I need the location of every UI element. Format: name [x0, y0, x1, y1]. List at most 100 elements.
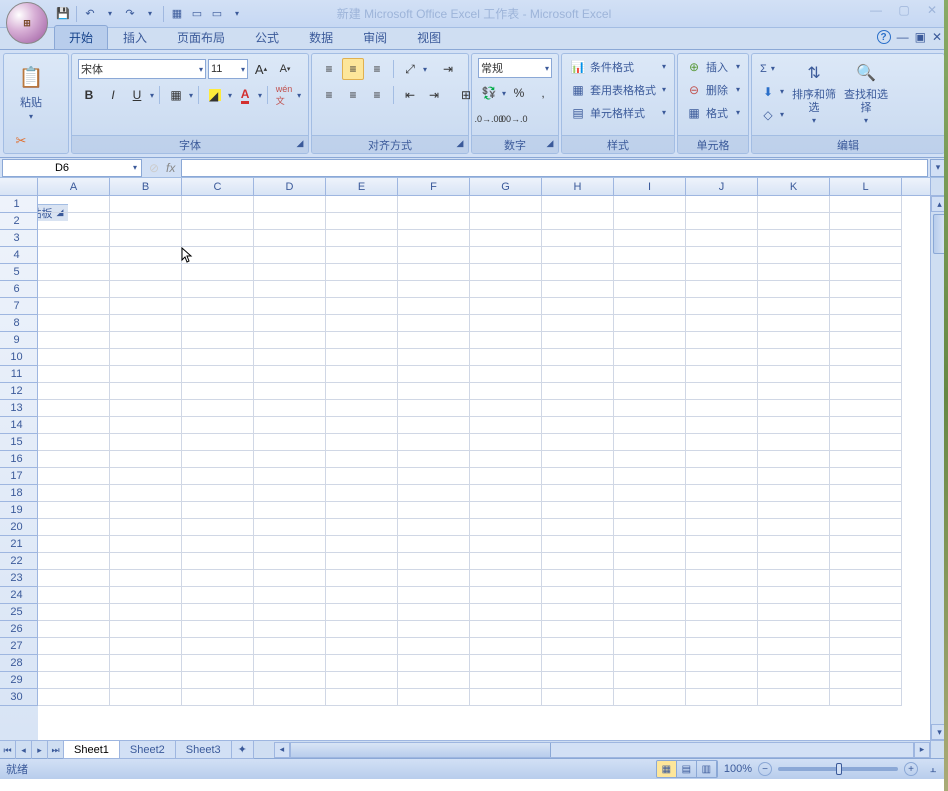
cell[interactable]	[830, 298, 902, 315]
cell[interactable]	[542, 400, 614, 417]
cell[interactable]	[398, 621, 470, 638]
cell[interactable]	[110, 383, 182, 400]
cell[interactable]	[686, 519, 758, 536]
cell[interactable]	[254, 689, 326, 706]
cell[interactable]	[686, 536, 758, 553]
cell[interactable]	[182, 264, 254, 281]
cell[interactable]	[254, 196, 326, 213]
row-header[interactable]: 23	[0, 570, 38, 587]
cell[interactable]	[470, 570, 542, 587]
cell[interactable]	[758, 519, 830, 536]
cell[interactable]	[470, 451, 542, 468]
office-button[interactable]: ⊞	[6, 2, 48, 44]
cell[interactable]	[758, 332, 830, 349]
cell[interactable]	[830, 621, 902, 638]
cell[interactable]	[686, 553, 758, 570]
cell[interactable]	[542, 383, 614, 400]
cell[interactable]	[38, 536, 110, 553]
cell[interactable]	[830, 434, 902, 451]
redo-icon[interactable]: ↷	[121, 5, 139, 23]
cell[interactable]	[38, 604, 110, 621]
cell[interactable]	[758, 196, 830, 213]
border-icon[interactable]: ▦	[165, 84, 187, 106]
cell[interactable]	[830, 604, 902, 621]
orientation-icon[interactable]: ⤢	[399, 58, 421, 80]
cell[interactable]	[398, 230, 470, 247]
undo-dropdown[interactable]: ▾	[101, 5, 119, 23]
cell[interactable]	[182, 536, 254, 553]
cell[interactable]	[470, 672, 542, 689]
italic-button[interactable]: I	[102, 84, 124, 106]
cell[interactable]	[398, 383, 470, 400]
cell[interactable]	[38, 247, 110, 264]
cell[interactable]	[398, 349, 470, 366]
cell[interactable]	[470, 366, 542, 383]
cell[interactable]	[38, 349, 110, 366]
row-header[interactable]: 1	[0, 196, 38, 213]
cell[interactable]	[182, 502, 254, 519]
cell[interactable]	[470, 553, 542, 570]
cell[interactable]	[614, 638, 686, 655]
cell[interactable]	[470, 196, 542, 213]
clear-button[interactable]: ◇▾	[758, 104, 786, 125]
font-size-combo[interactable]: 11▾	[208, 59, 248, 79]
cell[interactable]	[182, 281, 254, 298]
cell[interactable]	[830, 281, 902, 298]
cell[interactable]	[182, 349, 254, 366]
cell[interactable]	[254, 315, 326, 332]
cell[interactable]	[758, 366, 830, 383]
percent-icon[interactable]: %	[508, 82, 530, 104]
cell[interactable]	[830, 264, 902, 281]
cell[interactable]	[686, 230, 758, 247]
cell[interactable]	[830, 485, 902, 502]
tab-view[interactable]: 视图	[402, 25, 456, 49]
font-color-dropdown[interactable]: ▾	[258, 91, 262, 100]
cell[interactable]	[686, 332, 758, 349]
cell[interactable]	[254, 536, 326, 553]
cell[interactable]	[830, 502, 902, 519]
cell[interactable]	[398, 315, 470, 332]
cell[interactable]	[758, 621, 830, 638]
cell[interactable]	[614, 349, 686, 366]
cell[interactable]	[830, 417, 902, 434]
cell[interactable]	[326, 230, 398, 247]
cell[interactable]	[182, 553, 254, 570]
cell[interactable]	[182, 434, 254, 451]
row-header[interactable]: 10	[0, 349, 38, 366]
cell[interactable]	[542, 519, 614, 536]
cell[interactable]	[38, 315, 110, 332]
tab-data[interactable]: 数据	[294, 25, 348, 49]
cell[interactable]	[398, 332, 470, 349]
cell[interactable]	[110, 281, 182, 298]
cell[interactable]	[326, 519, 398, 536]
cell[interactable]	[614, 485, 686, 502]
cell[interactable]	[38, 468, 110, 485]
increase-decimal-icon[interactable]: .0→.00	[478, 108, 500, 130]
cell[interactable]	[686, 196, 758, 213]
cell[interactable]	[758, 587, 830, 604]
cell[interactable]	[326, 400, 398, 417]
cell[interactable]	[398, 281, 470, 298]
cell[interactable]	[758, 213, 830, 230]
cell[interactable]	[758, 604, 830, 621]
cell[interactable]	[326, 332, 398, 349]
cell[interactable]	[686, 689, 758, 706]
cell[interactable]	[326, 502, 398, 519]
cell[interactable]	[686, 298, 758, 315]
cell[interactable]	[686, 587, 758, 604]
cell[interactable]	[686, 672, 758, 689]
cell[interactable]	[182, 587, 254, 604]
cell[interactable]	[182, 332, 254, 349]
cell[interactable]	[542, 604, 614, 621]
cell[interactable]	[38, 689, 110, 706]
phonetic-icon[interactable]: wén文	[273, 84, 295, 106]
cell[interactable]	[110, 570, 182, 587]
cell[interactable]	[326, 570, 398, 587]
align-left-icon[interactable]: ≡	[318, 84, 340, 106]
cell[interactable]	[830, 536, 902, 553]
cell[interactable]	[542, 281, 614, 298]
cell[interactable]	[686, 349, 758, 366]
cell[interactable]	[110, 434, 182, 451]
horizontal-scrollbar[interactable]: ◂ ▸	[274, 741, 930, 758]
cell[interactable]	[38, 655, 110, 672]
